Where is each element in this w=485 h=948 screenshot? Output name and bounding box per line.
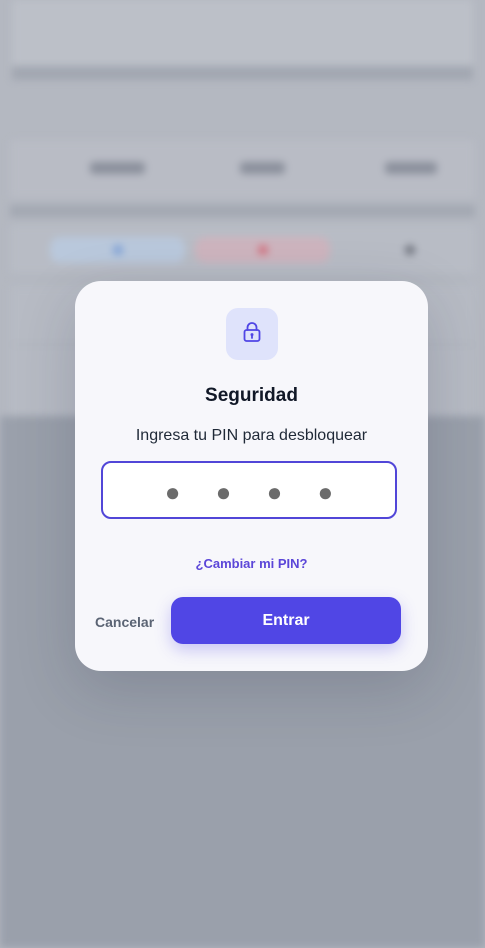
background-action-2 (195, 237, 330, 263)
background-action-3-icon (405, 245, 415, 255)
pin-input[interactable]: ● ● ● ● (101, 461, 397, 519)
change-pin-link[interactable]: ¿Cambiar mi PIN? (75, 556, 428, 571)
background-divider (10, 205, 475, 217)
cancel-button[interactable]: Cancelar (95, 614, 154, 630)
enter-button[interactable]: Entrar (171, 597, 401, 644)
background-stat-3 (385, 162, 437, 174)
lock-icon-tile (226, 308, 278, 360)
background-stat-2 (240, 162, 285, 174)
background-actions (10, 225, 475, 273)
background-header (12, 0, 473, 72)
background-action-1 (50, 237, 185, 263)
lock-icon (240, 320, 264, 349)
dialog-subtitle: Ingresa tu PIN para desbloquear (135, 427, 368, 444)
background-stat-1 (90, 162, 145, 174)
dialog-title: Seguridad (205, 385, 298, 406)
pin-masked-value: ● ● ● ● (164, 476, 348, 507)
background-action-1-icon (113, 245, 123, 255)
background-action-2-icon (258, 245, 268, 255)
background-header-divider (12, 66, 473, 80)
pin-dialog: Seguridad Ingresa tu PIN para desbloquea… (75, 281, 428, 671)
background-stats-row (10, 140, 475, 198)
background-action-3 (395, 237, 425, 263)
